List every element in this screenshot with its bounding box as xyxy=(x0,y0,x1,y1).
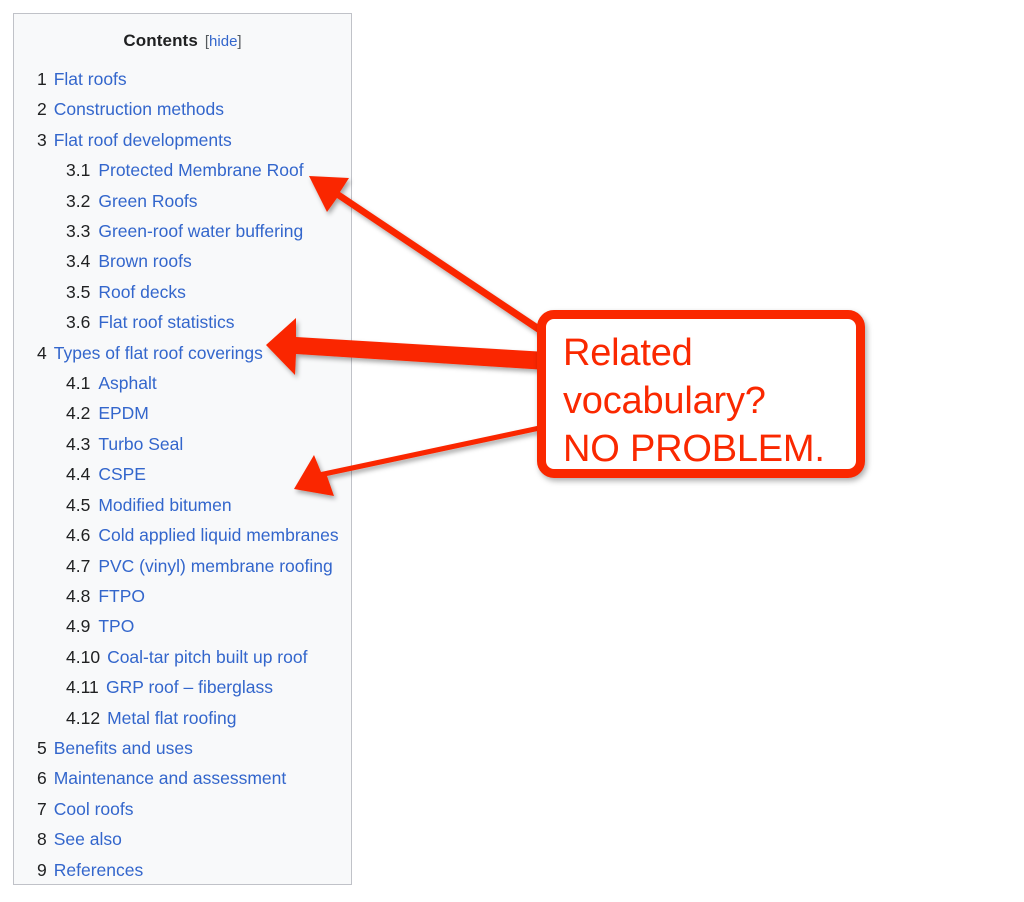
toc-item-4-4[interactable]: 4.4 CSPE xyxy=(14,459,351,489)
toc-item-number: 4.4 xyxy=(66,464,91,485)
toc-item-3-5[interactable]: 3.5 Roof decks xyxy=(14,277,351,307)
toc-item-number: 7 xyxy=(37,798,47,819)
toc-item-4-7[interactable]: 4.7 PVC (vinyl) membrane roofing xyxy=(14,551,351,581)
toc-item-number: 4.5 xyxy=(66,494,91,515)
toc-item-4-9[interactable]: 4.9 TPO xyxy=(14,611,351,641)
toc-item-label[interactable]: Flat roof developments xyxy=(54,125,232,155)
toc-item-number: 4.2 xyxy=(66,403,91,424)
toc-item-label[interactable]: Green Roofs xyxy=(98,186,197,216)
toc-item-label[interactable]: Asphalt xyxy=(98,368,156,398)
toc-item-label[interactable]: Brown roofs xyxy=(98,246,191,276)
annotation-callout: Related vocabulary? NO PROBLEM. xyxy=(537,310,865,478)
toc-item-6[interactable]: 6 Maintenance and assessment xyxy=(14,763,351,793)
toc-header: Contents [hide] xyxy=(14,23,351,64)
toc-hide-link[interactable]: hide xyxy=(209,33,237,50)
toc-item-7[interactable]: 7 Cool roofs xyxy=(14,794,351,824)
table-of-contents: Contents [hide] 1 Flat roofs 2 Construction … xyxy=(13,13,352,885)
toc-item-number: 3.4 xyxy=(66,251,91,272)
toc-item-number: 5 xyxy=(37,737,47,758)
toc-item-number: 4.11 xyxy=(66,677,99,698)
callout-line-2: vocabulary? xyxy=(563,380,766,422)
toc-item-label[interactable]: Roof decks xyxy=(98,277,186,307)
toc-toggle: [hide] xyxy=(205,33,242,50)
toc-item-8[interactable]: 8 See also xyxy=(14,824,351,854)
toc-item-label[interactable]: CSPE xyxy=(98,459,146,489)
toc-item-number: 3.1 xyxy=(66,160,91,181)
toc-item-3[interactable]: 3 Flat roof developments xyxy=(14,125,351,155)
toc-item-4-12[interactable]: 4.12 Metal flat roofing xyxy=(14,703,351,733)
toc-item-label[interactable]: TPO xyxy=(98,611,134,641)
toc-item-4-6[interactable]: 4.6 Cold applied liquid membranes xyxy=(14,520,351,550)
toc-item-3-3[interactable]: 3.3 Green-roof water buffering xyxy=(14,216,351,246)
toc-item-number: 4.12 xyxy=(66,707,101,728)
toc-item-5[interactable]: 5 Benefits and uses xyxy=(14,733,351,763)
toc-item-label[interactable]: Metal flat roofing xyxy=(107,703,236,733)
toc-item-number: 4.1 xyxy=(66,373,91,394)
toc-item-number: 4.3 xyxy=(66,433,91,454)
callout-line-1: Related xyxy=(563,332,693,374)
toc-item-3-6[interactable]: 3.6 Flat roof statistics xyxy=(14,307,351,337)
toc-item-label[interactable]: Construction methods xyxy=(54,94,224,124)
toc-item-number: 3.2 xyxy=(66,190,91,211)
toc-item-number: 4.8 xyxy=(66,585,91,606)
callout-line-3: NO PROBLEM. xyxy=(563,428,825,470)
toc-item-3-2[interactable]: 3.2 Green Roofs xyxy=(14,186,351,216)
toc-item-label[interactable]: References xyxy=(54,855,144,885)
toc-item-number: 8 xyxy=(37,829,47,850)
toc-item-number: 2 xyxy=(37,99,47,120)
toc-item-label[interactable]: Cool roofs xyxy=(54,794,134,824)
toc-item-label[interactable]: EPDM xyxy=(98,398,149,428)
toc-toggle-close-bracket: ] xyxy=(237,33,242,50)
toc-item-2[interactable]: 2 Construction methods xyxy=(14,94,351,124)
toc-item-label[interactable]: Types of flat roof coverings xyxy=(54,338,263,368)
toc-item-1[interactable]: 1 Flat roofs xyxy=(14,64,351,94)
toc-item-label[interactable]: Coal-tar pitch built up roof xyxy=(107,642,307,672)
toc-title: Contents xyxy=(123,31,198,50)
toc-item-3-4[interactable]: 3.4 Brown roofs xyxy=(14,246,351,276)
toc-item-label[interactable]: PVC (vinyl) membrane roofing xyxy=(98,551,332,581)
toc-item-label[interactable]: Protected Membrane Roof xyxy=(98,155,303,185)
toc-item-number: 3.3 xyxy=(66,221,91,242)
toc-item-label[interactable]: Flat roof statistics xyxy=(98,307,234,337)
toc-list: 1 Flat roofs 2 Construction methods 3 Flat ro… xyxy=(14,64,351,885)
toc-item-label[interactable]: See also xyxy=(54,824,122,854)
toc-item-number: 4.9 xyxy=(66,616,91,637)
toc-item-4-1[interactable]: 4.1 Asphalt xyxy=(14,368,351,398)
toc-item-number: 9 xyxy=(37,859,47,880)
toc-item-number: 4.7 xyxy=(66,555,91,576)
toc-item-number: 4.6 xyxy=(66,525,91,546)
annotation-callout-text: Related vocabulary? NO PROBLEM. xyxy=(563,329,842,473)
toc-item-number: 4 xyxy=(37,342,47,363)
toc-item-label[interactable]: Benefits and uses xyxy=(54,733,193,763)
toc-item-number: 4.10 xyxy=(66,646,101,667)
toc-item-number: 6 xyxy=(37,768,47,789)
toc-item-4-8[interactable]: 4.8 FTPO xyxy=(14,581,351,611)
toc-item-3-1[interactable]: 3.1 Protected Membrane Roof xyxy=(14,155,351,185)
toc-item-number: 3.5 xyxy=(66,281,91,302)
toc-item-label[interactable]: Maintenance and assessment xyxy=(54,763,287,793)
toc-item-label[interactable]: FTPO xyxy=(98,581,145,611)
toc-item-label[interactable]: Turbo Seal xyxy=(98,429,183,459)
toc-item-4-5[interactable]: 4.5 Modified bitumen xyxy=(14,490,351,520)
toc-item-4-2[interactable]: 4.2 EPDM xyxy=(14,398,351,428)
toc-item-label[interactable]: GRP roof – fiberglass xyxy=(106,672,273,702)
toc-item-label[interactable]: Flat roofs xyxy=(54,64,127,94)
toc-item-4-10[interactable]: 4.10 Coal-tar pitch built up roof xyxy=(14,642,351,672)
toc-item-label[interactable]: Cold applied liquid membranes xyxy=(98,520,338,550)
toc-item-4[interactable]: 4 Types of flat roof coverings xyxy=(14,338,351,368)
toc-item-number: 1 xyxy=(37,69,47,89)
toc-item-number: 3.6 xyxy=(66,312,91,333)
toc-item-number: 3 xyxy=(37,129,47,150)
toc-item-label[interactable]: Modified bitumen xyxy=(98,490,231,520)
toc-item-4-3[interactable]: 4.3 Turbo Seal xyxy=(14,429,351,459)
toc-item-4-11[interactable]: 4.11 GRP roof – fiberglass xyxy=(14,672,351,702)
toc-item-label[interactable]: Green-roof water buffering xyxy=(98,216,303,246)
toc-item-9[interactable]: 9 References xyxy=(14,855,351,885)
